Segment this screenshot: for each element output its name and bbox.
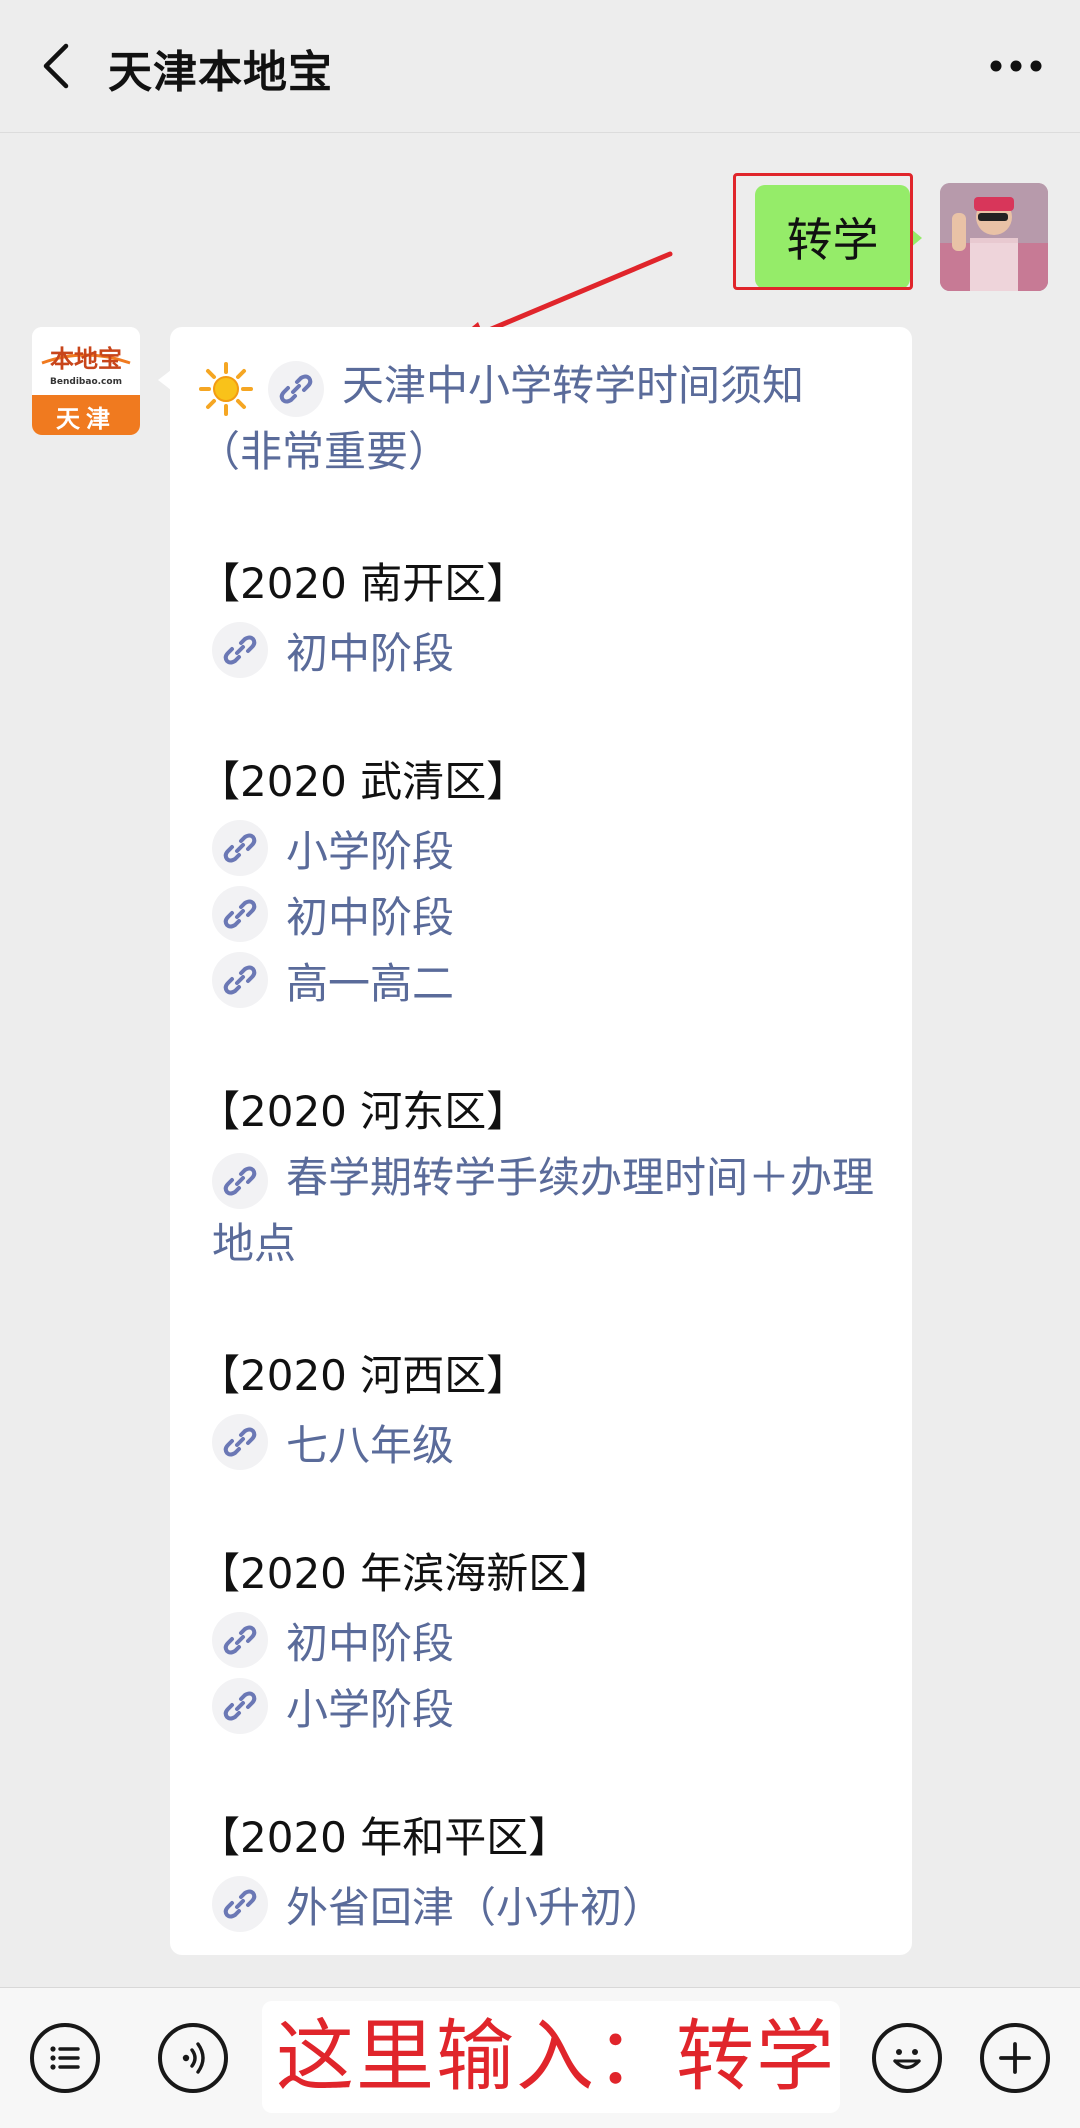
link-item[interactable]: 外省回津（小升初） [198, 1871, 884, 1937]
sun-icon [198, 361, 254, 417]
link-text: 春学期转学手续办理时间＋办理地点 [212, 1153, 875, 1268]
link-icon [212, 886, 268, 942]
more-dots-icon[interactable] [986, 48, 1046, 84]
section-heading: 【2020 年和平区】 [198, 1813, 571, 1862]
link-icon [212, 952, 268, 1008]
link-item[interactable]: 七八年级 [198, 1409, 884, 1475]
link-text: 高一高二 [286, 958, 455, 1008]
chevron-left-icon[interactable] [34, 40, 84, 92]
red-highlight-box [733, 173, 913, 290]
brand-city-text: 天津 [56, 405, 116, 433]
link-text: 初中阶段 [286, 1618, 455, 1668]
top-bar: 天津本地宝 [0, 0, 1080, 133]
link-text: 初中阶段 [286, 628, 455, 678]
link-item[interactable]: 春学期转学手续办理时间＋办理地点 [198, 1145, 884, 1277]
section-heading: 【2020 武清区】 [198, 757, 529, 806]
user-avatar[interactable] [940, 183, 1048, 291]
message-input[interactable]: 这里输入：转学 [262, 2001, 840, 2113]
link-icon [212, 1876, 268, 1932]
chat-title: 天津本地宝 [108, 47, 333, 98]
link-item[interactable]: 小学阶段 [198, 1673, 884, 1739]
list-menu-icon[interactable] [30, 2023, 100, 2093]
link-icon [212, 1414, 268, 1470]
link-icon [212, 820, 268, 876]
link-icon [212, 1678, 268, 1734]
link-icon [212, 1612, 268, 1668]
link-item[interactable]: 初中阶段 [198, 881, 884, 947]
link-item[interactable]: 小学阶段 [198, 815, 884, 881]
link-icon [212, 1152, 268, 1209]
emoji-icon[interactable] [872, 2023, 942, 2093]
link-text: 初中阶段 [286, 892, 455, 942]
incoming-message-bubble: 天津中小学转学时间须知（非常重要） 【2020 南开区】 初中阶段 【2020 … [170, 327, 912, 1955]
title-link-row[interactable]: 天津中小学转学时间须知（非常重要） [198, 353, 884, 485]
input-bar: 这里输入：转学 [0, 1987, 1080, 2128]
link-icon [212, 622, 268, 678]
section-heading: 【2020 年滨海新区】 [198, 1549, 613, 1598]
official-account-avatar[interactable]: 本地宝 Bendibao.com 天津 [32, 327, 140, 435]
link-item[interactable]: 初中阶段 [198, 617, 884, 683]
link-icon [268, 360, 324, 417]
section-heading: 【2020 南开区】 [198, 559, 529, 608]
link-item[interactable]: 高一高二 [198, 947, 884, 1013]
link-text: 外省回津（小升初） [286, 1882, 665, 1932]
voice-icon[interactable] [158, 2023, 228, 2093]
section-heading: 【2020 河东区】 [198, 1087, 529, 1136]
plus-icon[interactable] [980, 2023, 1050, 2093]
brand-logo-text: 本地宝 [50, 345, 122, 373]
section-heading: 【2020 河西区】 [198, 1351, 529, 1400]
link-item[interactable]: 初中阶段 [198, 1607, 884, 1673]
brand-domain-text: Bendibao.com [50, 377, 122, 387]
link-text: 小学阶段 [286, 826, 455, 876]
link-text: 小学阶段 [286, 1684, 455, 1734]
link-text: 七八年级 [286, 1420, 455, 1470]
